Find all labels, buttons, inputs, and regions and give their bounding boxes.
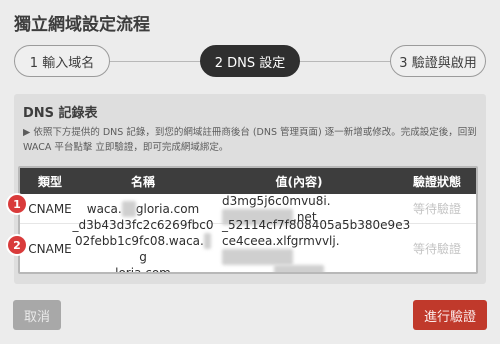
- dns-record-title: DNS 記錄表: [23, 106, 98, 121]
- record-value-line: ce4ceea.xlfgrmvvlj.: [222, 234, 340, 248]
- record-name-line: g: [139, 250, 147, 264]
- step-marker-2: 2: [8, 236, 26, 254]
- modal-title: 獨立網域設定流程: [14, 15, 150, 35]
- redacted-text: xx: [121, 200, 136, 217]
- record-type: CNAME: [28, 242, 72, 256]
- record-value-text: d3mg5j6c0mvu8i.: [222, 193, 331, 208]
- record-name[interactable]: _d3b43d3fc2c6269fbc0 02febb1c9fc08.waca.…: [72, 218, 213, 274]
- header-type: 類型: [37, 174, 62, 189]
- record-value-line: _52114cf7f808405a5b380e9e3: [222, 218, 411, 232]
- step-enter-domain[interactable]: 1 輸入域名: [14, 45, 110, 77]
- page-backdrop: 獨立網域設定流程 1 輸入域名 2 DNS 設定 3 驗證與啟用 DNS 記錄表…: [0, 0, 500, 344]
- step-verify-enable[interactable]: 3 驗證與啟用: [390, 45, 486, 77]
- record-name-text: waca.: [86, 201, 122, 216]
- header-name: 名稱: [130, 174, 155, 189]
- status-badge: 等待驗證: [412, 242, 461, 256]
- step-marker-1: 1: [8, 195, 26, 213]
- dns-record-table: 類型 名稱 值(內容) 驗證狀態 CNAME waca.xxgloria.com…: [18, 166, 478, 274]
- record-value[interactable]: _52114cf7f808405a5b380e9e3 ce4ceea.xlfgr…: [206, 218, 410, 272]
- stepper: 1 輸入域名 2 DNS 設定 3 驗證與啟用: [14, 45, 486, 79]
- redacted-text: xxxxxxxxxx: [222, 249, 294, 265]
- header-status: 驗證狀態: [412, 174, 461, 189]
- table-row: CNAME _d3b43d3fc2c6269fbc0 02febb1c9fc08…: [20, 218, 476, 274]
- record-name-line: loria.com: [115, 266, 171, 274]
- cancel-button[interactable]: 取消: [13, 300, 61, 330]
- verify-button[interactable]: 進行驗證: [413, 300, 487, 330]
- instruction-text: ▶ 依照下方提供的 DNS 記錄，到您的網域註冊商後台 (DNS 管理頁面) 逐…: [23, 127, 477, 153]
- table-header: 類型 名稱 值(內容) 驗證狀態: [20, 168, 476, 194]
- record-type: CNAME: [28, 201, 72, 216]
- record-name-line: 02febb1c9fc08.waca.: [75, 234, 204, 248]
- header-value: 值(內容): [275, 174, 323, 189]
- step-dns-settings[interactable]: 2 DNS 設定: [200, 45, 300, 77]
- record-name-text: gloria.com: [135, 201, 200, 216]
- redacted-text: xxxxxxx: [274, 265, 324, 272]
- record-name-line: _d3b43d3fc2c6269fbc0: [72, 218, 214, 232]
